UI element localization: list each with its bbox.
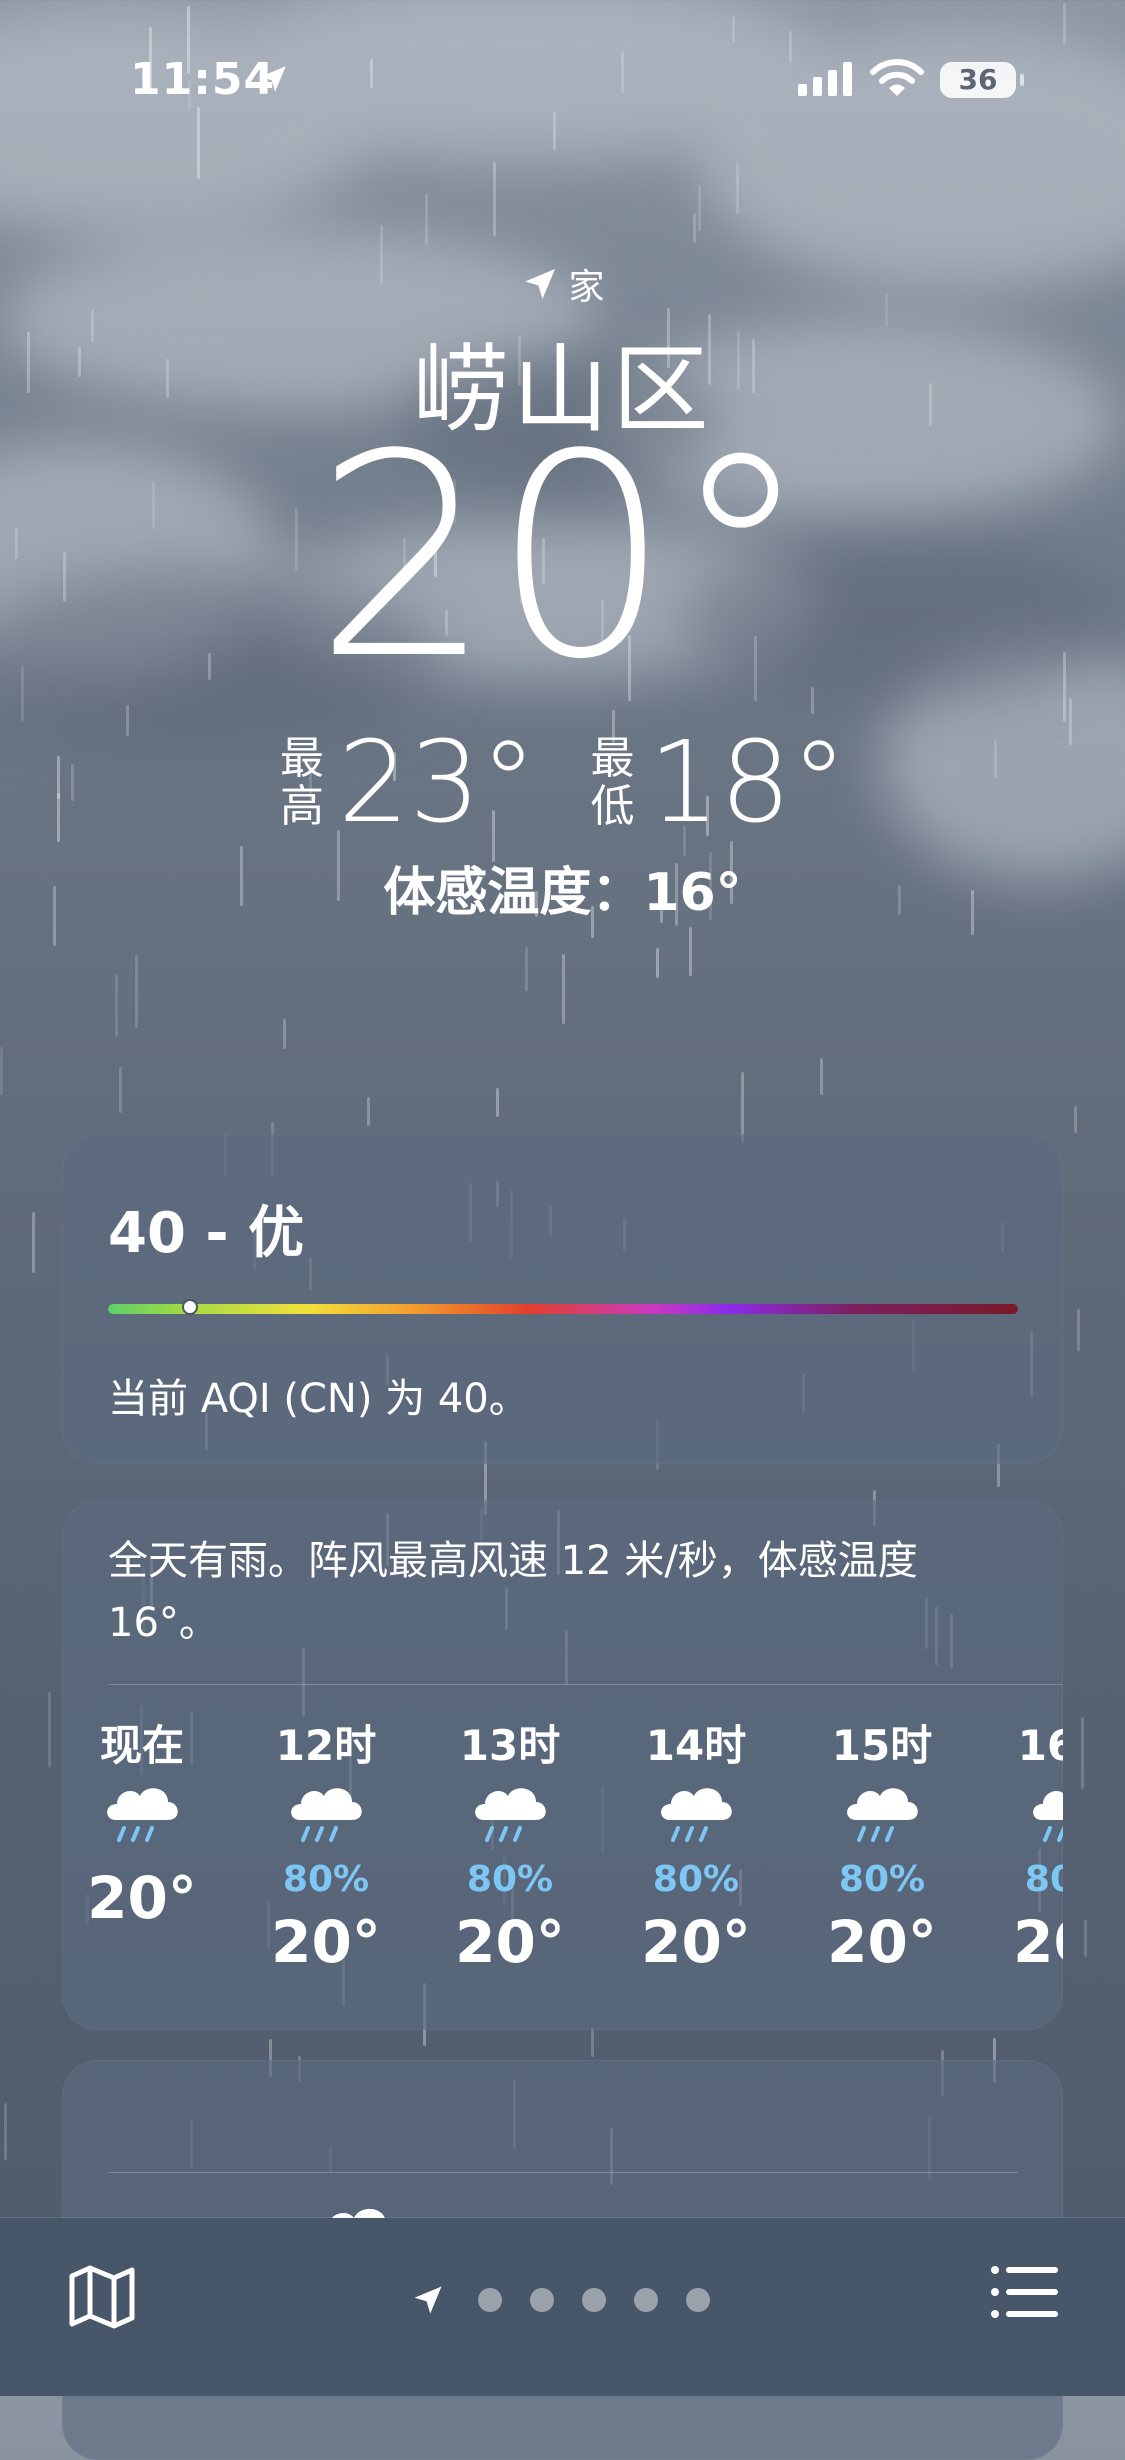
hour-column: 13时 80% 20° xyxy=(430,1720,590,1976)
hour-column: 16时 80% 20° xyxy=(988,1720,1063,1976)
current-temperature: 20° xyxy=(314,395,811,721)
page-dot[interactable] xyxy=(634,2288,658,2312)
hour-precip: 80% xyxy=(466,1859,554,1900)
status-bar: 11:54 36 xyxy=(0,0,1125,160)
battery-icon: 36 xyxy=(940,62,1024,98)
location-services-icon xyxy=(260,66,286,92)
home-location-row: 家 xyxy=(0,258,1125,310)
cellular-signal-icon xyxy=(798,62,852,96)
low-temp-block: 最低 18° xyxy=(589,718,848,848)
hour-temp: 20° xyxy=(641,1908,751,1976)
high-low-row: 最高 23° 最低 18° xyxy=(0,718,1125,848)
page-dot[interactable] xyxy=(686,2288,710,2312)
low-label: 最低 xyxy=(590,733,635,832)
battery-level: 36 xyxy=(958,63,998,96)
hour-temp: 20° xyxy=(455,1908,565,1976)
cloud-rain-icon xyxy=(988,1778,1063,1858)
cloud-rain-icon xyxy=(430,1778,590,1858)
hour-temp: 20° xyxy=(827,1908,937,1976)
hour-column: 现在 20° xyxy=(62,1720,222,1932)
location-arrow-icon xyxy=(414,2286,442,2314)
wifi-icon xyxy=(870,59,924,96)
page-dot[interactable] xyxy=(582,2288,606,2312)
hour-temp: 20° xyxy=(1013,1908,1063,1976)
cloud-rain-icon xyxy=(802,1778,962,1858)
bottom-toolbar xyxy=(0,2218,1125,2396)
divider xyxy=(108,2172,1018,2173)
high-label: 最高 xyxy=(279,733,324,832)
aqi-value: 40 - 优 xyxy=(108,1201,305,1266)
status-time: 11:54 xyxy=(130,54,276,105)
hour-precip: 80% xyxy=(1024,1859,1063,1900)
hour-label: 13时 xyxy=(459,1721,561,1770)
hour-label: 现在 xyxy=(99,1721,184,1770)
home-label: 家 xyxy=(568,267,605,308)
cloud-rain-icon xyxy=(616,1778,776,1858)
feels-like: 体感温度：16° xyxy=(383,863,742,923)
aqi-description: 当前 AQI (CN) 为 40。 xyxy=(108,1376,529,1422)
air-quality-card[interactable]: 40 - 优 当前 AQI (CN) 为 40。 xyxy=(62,1134,1063,1464)
list-icon[interactable] xyxy=(990,2262,1060,2322)
hour-label: 14时 xyxy=(645,1721,747,1770)
map-icon[interactable] xyxy=(66,2260,138,2332)
high-temp-block: 最高 23° xyxy=(278,718,537,848)
low-temp: 18° xyxy=(648,718,848,848)
high-temp: 23° xyxy=(337,718,537,848)
aqi-scale-bar xyxy=(108,1299,1018,1315)
hourly-forecast-card[interactable]: 全天有雨。阵风最高风速 12 米/秒，体感温度 16°。 现在 20° 12时 … xyxy=(62,1500,1063,2030)
hourly-summary: 全天有雨。阵风最高风速 12 米/秒，体感温度 16°。 xyxy=(108,1538,918,1646)
hour-precip: 80% xyxy=(838,1859,926,1900)
hour-column: 15时 80% 20° xyxy=(802,1720,962,1976)
page-dot[interactable] xyxy=(530,2288,554,2312)
cloud-rain-icon xyxy=(246,1778,406,1858)
aqi-marker xyxy=(181,1299,198,1315)
cloud-rain-icon xyxy=(62,1778,222,1858)
hour-column: 14时 80% 20° xyxy=(616,1720,776,1976)
hour-label: 12时 xyxy=(275,1721,377,1770)
divider xyxy=(108,1684,1063,1685)
location-arrow-icon xyxy=(525,269,556,299)
hour-label: 16时 xyxy=(1017,1721,1063,1770)
hour-temp: 20° xyxy=(87,1864,197,1932)
hour-precip: 80% xyxy=(282,1859,370,1900)
hour-temp: 20° xyxy=(271,1908,381,1976)
page-indicator[interactable] xyxy=(410,2280,724,2320)
page-dot[interactable] xyxy=(478,2288,502,2312)
hour-column: 12时 80% 20° xyxy=(246,1720,406,1976)
hour-label: 15时 xyxy=(831,1721,933,1770)
hour-precip: 80% xyxy=(652,1859,740,1900)
